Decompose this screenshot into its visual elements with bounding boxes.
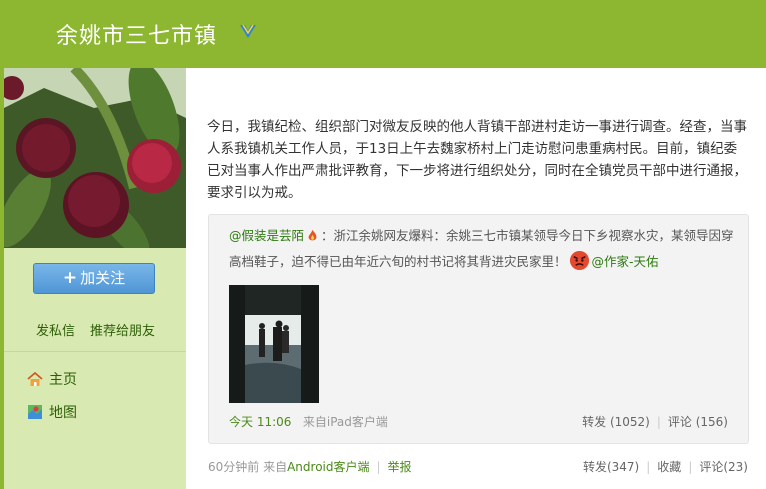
bayberry-photo xyxy=(4,68,186,248)
nav-map-label: 地图 xyxy=(49,405,77,421)
separator: | xyxy=(656,415,661,429)
report-link[interactable]: 举报 xyxy=(388,460,412,474)
separator: | xyxy=(646,460,651,474)
repost-comment-count-link[interactable]: 评论 (156) xyxy=(668,415,728,429)
sidebar-divider xyxy=(4,351,186,352)
flood-photo[interactable] xyxy=(229,285,319,403)
post-actions: 转发(347) | 收藏 | 评论(23) xyxy=(583,458,748,475)
post-text: 今日，我镇纪检、组织部门对微友反映的他人背镇干部进村走访一事进行调查。经查，当事… xyxy=(207,119,747,201)
plus-icon: + xyxy=(62,268,78,288)
verified-v-icon xyxy=(240,24,256,38)
nav-home-label: 主页 xyxy=(49,372,77,388)
send-message-link[interactable]: 发私信 xyxy=(36,320,75,339)
post-time: 60分钟前 来自 xyxy=(208,460,288,474)
client-link[interactable]: Android客户端 xyxy=(287,460,369,474)
repost-content: @假装是芸陌 ：浙江余姚网友爆料：余姚三七市镇某领导今日下乡视察水灾，某领导因穿高… xyxy=(229,223,739,275)
profile-sidebar: + 加关注 发私信 推荐给朋友 主页 地图 xyxy=(4,68,186,489)
feed-panel: 今日，我镇纪检、组织部门对微友反映的他人背镇干部进村走访一事进行调查。经查，当事… xyxy=(186,68,766,489)
home-icon xyxy=(27,371,43,386)
mention-link[interactable]: @作家-天佑 xyxy=(592,254,659,269)
repost-time-link[interactable]: 今天 11:06 xyxy=(229,415,291,429)
repost-author-link[interactable]: @假装是芸陌 xyxy=(229,228,304,243)
separator: | xyxy=(376,460,381,474)
angry-face-emoji xyxy=(569,250,589,271)
post-footer-meta: 60分钟前 来自Android客户端 | 举报 xyxy=(208,458,412,475)
separator: | xyxy=(688,460,693,474)
nav-item-map[interactable]: 地图 xyxy=(27,402,77,422)
profile-header: 余姚市三七市镇 xyxy=(0,0,766,68)
recommend-link[interactable]: 推荐给朋友 xyxy=(90,320,155,339)
favorite-link[interactable]: 收藏 xyxy=(657,460,681,474)
follow-button[interactable]: + 加关注 xyxy=(33,263,155,294)
repost-colon: ： xyxy=(321,228,334,243)
nav-item-home[interactable]: 主页 xyxy=(27,369,77,389)
flame-icon xyxy=(308,229,317,241)
repost-actions: 转发 (1052) | 评论 (156) xyxy=(582,413,728,430)
profile-title: 余姚市三七市镇 xyxy=(56,24,218,49)
reposted-weibo: @假装是芸陌 ：浙江余姚网友爆料：余姚三七市镇某领导今日下乡视察水灾，某领导因穿高… xyxy=(208,214,749,444)
repost-meta: 今天 11:06 来自iPad客户端 xyxy=(229,413,388,430)
repost-forward-count-link[interactable]: 转发 (1052) xyxy=(582,415,650,429)
map-icon xyxy=(28,405,42,419)
repost-source: 来自iPad客户端 xyxy=(302,415,388,429)
forward-link[interactable]: 转发(347) xyxy=(583,460,639,474)
comment-link[interactable]: 评论(23) xyxy=(699,460,748,474)
follow-label: 加关注 xyxy=(80,269,126,287)
